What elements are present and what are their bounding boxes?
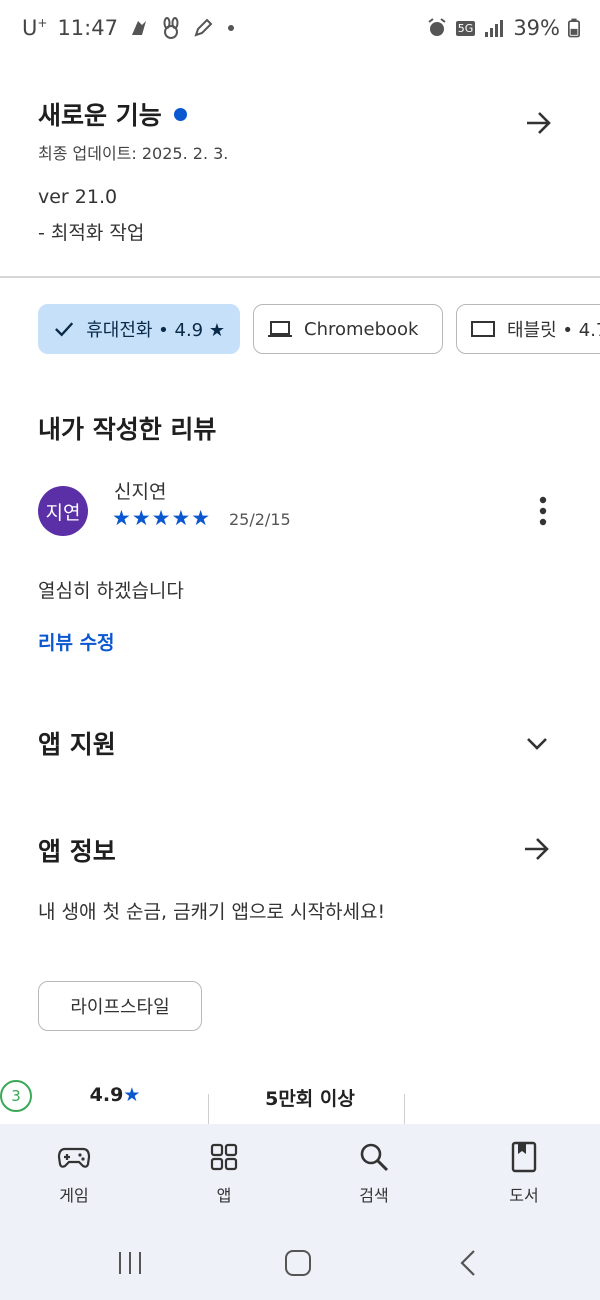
app-support-title[interactable]: 앱 지원 [38, 725, 116, 761]
recent-apps-icon[interactable] [112, 1248, 148, 1278]
nav-label: 검색 [359, 1186, 389, 1205]
nav-games[interactable]: 게임 [24, 1140, 124, 1206]
network-label: 5G [455, 20, 476, 36]
chevron-down-icon[interactable] [522, 728, 552, 758]
rating-stars: ★★★★★ [112, 506, 212, 530]
review-text: 열심히 하겠습니다 [38, 580, 184, 602]
chip-label: 태블릿 • 4.7 [507, 320, 600, 341]
tablet-icon [471, 321, 495, 337]
nav-label: 앱 [216, 1186, 232, 1205]
stat-rating: 4.9★ [89, 1084, 141, 1106]
more-notifications-dot [227, 25, 234, 31]
bunny-icon [163, 17, 179, 39]
bottom-navigation: 게임 앱 검색 도서 [0, 1124, 600, 1228]
check-icon [55, 322, 74, 337]
nav-apps[interactable]: 앱 [174, 1140, 274, 1206]
chip-label: Chromebook [304, 318, 419, 340]
arrow-right-icon[interactable] [522, 834, 552, 864]
divider [0, 276, 600, 278]
battery-percent: 39% [513, 16, 560, 40]
carrier: U+ [22, 16, 48, 40]
gamepad-icon [57, 1147, 91, 1168]
arrow-right-icon[interactable] [524, 108, 554, 138]
version-text: ver 21.0 [38, 186, 118, 208]
age-rating-badge: 3 [0, 1080, 32, 1112]
signal-icon [485, 20, 504, 37]
alarm-icon [428, 18, 446, 36]
review-date: 25/2/15 [229, 510, 291, 529]
app-description: 내 생애 첫 순금, 금캐기 앱으로 시작하세요! [38, 901, 386, 923]
nav-label: 도서 [509, 1186, 539, 1205]
status-bar: U+ 11:47 5G 39% [0, 0, 600, 58]
home-icon[interactable] [280, 1248, 316, 1278]
book-icon [511, 1141, 537, 1173]
status-time: 11:47 [57, 16, 118, 40]
new-indicator-dot [173, 107, 187, 121]
last-updated: 최종 업데이트: 2025. 2. 3. [38, 144, 229, 163]
chip-label: 휴대전화 • 4.9 ★ [86, 320, 225, 341]
back-icon[interactable] [452, 1248, 488, 1278]
status-right: 5G 39% [426, 16, 580, 40]
system-navigation [0, 1228, 600, 1300]
more-vert-icon[interactable] [532, 494, 554, 528]
avatar: 지연 [38, 486, 88, 536]
apps-grid-icon [210, 1143, 238, 1171]
nav-books[interactable]: 도서 [474, 1140, 574, 1206]
battery-icon [568, 18, 580, 38]
nav-label: 게임 [59, 1186, 89, 1205]
edit-review-button[interactable]: 리뷰 수정 [38, 628, 115, 655]
reviewer-name: 신지연 [114, 481, 167, 503]
whats-new-section[interactable]: 새로운 기능 최종 업데이트: 2025. 2. 3. [38, 96, 568, 164]
stat-downloads: 5만회 이상 [265, 1088, 355, 1110]
search-icon [360, 1143, 389, 1172]
chip-tablet[interactable]: 태블릿 • 4.7 [456, 304, 600, 354]
device-chips: 휴대전화 • 4.9 ★ Chromebook 태블릿 • 4.7 [38, 304, 600, 356]
release-note: - 최적화 작업 [38, 222, 145, 244]
pencil-icon [194, 18, 213, 37]
app-info-title[interactable]: 앱 정보 [38, 832, 116, 868]
my-review-heading: 내가 작성한 리뷰 [38, 415, 217, 444]
laptop-icon [268, 321, 292, 337]
notification-icon [131, 21, 146, 35]
category-chip[interactable]: 라이프스타일 [38, 981, 202, 1031]
chip-chromebook[interactable]: Chromebook [253, 304, 443, 354]
whats-new-title: 새로운 기능 [38, 101, 162, 130]
stats-row: 4.9★ 5만회 이상 3 [0, 1080, 600, 1130]
status-left: U+ 11:47 [22, 16, 234, 40]
chip-phone[interactable]: 휴대전화 • 4.9 ★ [38, 304, 240, 354]
nav-search[interactable]: 검색 [324, 1140, 424, 1206]
